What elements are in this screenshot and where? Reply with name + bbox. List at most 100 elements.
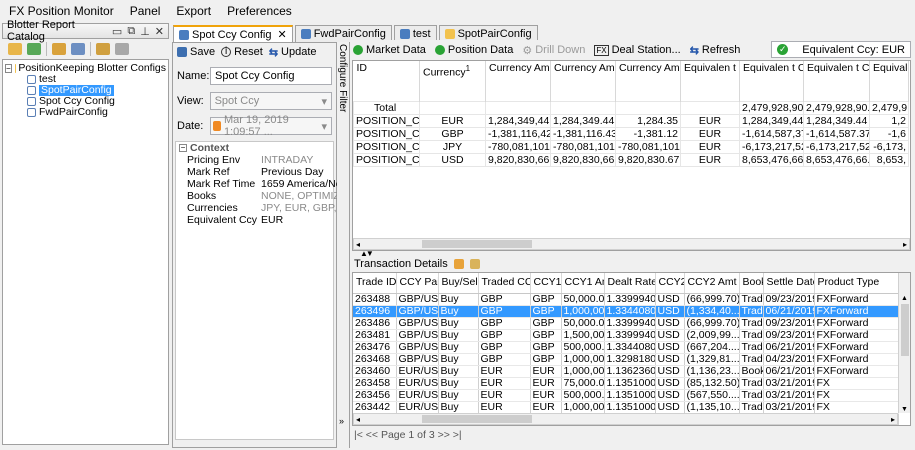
drill-down-button[interactable]: ⚙ Drill Down bbox=[522, 44, 585, 57]
scroll-right-icon[interactable]: ▸ bbox=[891, 415, 897, 424]
transaction-column-header[interactable]: CCY2 bbox=[655, 273, 685, 294]
position-data-button[interactable]: Position Data bbox=[434, 44, 513, 56]
tab-spot-ccy-config[interactable]: Spot Ccy Config ✕ bbox=[173, 25, 293, 42]
edit-icon[interactable] bbox=[96, 43, 110, 55]
scroll-left-icon[interactable]: ◂ bbox=[354, 415, 362, 424]
configure-filter-strip[interactable]: Configure Filter » bbox=[337, 42, 350, 448]
configure-filter-label: Configure Filter bbox=[337, 44, 348, 113]
transaction-row[interactable]: 263486GBP/USDBuyGBPGBP50,000.001.3399940… bbox=[353, 317, 899, 330]
reset-button[interactable]: i Reset bbox=[221, 46, 263, 58]
settings-icon[interactable] bbox=[469, 259, 480, 269]
scroll-thumb[interactable] bbox=[422, 240, 533, 248]
positions-column-header[interactable]: Equivalen t Ccy Amt bbox=[739, 61, 804, 101]
tree-item-fwdpairconfig[interactable]: FwdPairConfig bbox=[5, 107, 166, 118]
transaction-cell: 500,000.00 bbox=[561, 389, 605, 402]
tree-root[interactable]: − PositionKeeping Blotter Configs bbox=[5, 63, 166, 74]
positions-total-row[interactable]: Total2,479,928,90...2,479,928,90...2,479… bbox=[353, 100, 909, 115]
positions-row[interactable]: POSITION_CU...JPY-780,081,101,...-780,08… bbox=[353, 139, 909, 154]
market-data-button[interactable]: Market Data bbox=[353, 44, 426, 56]
transaction-cell: 263488 bbox=[353, 293, 397, 306]
transaction-vscroll[interactable]: ▲ ▼ bbox=[898, 273, 910, 413]
open-folder-icon[interactable] bbox=[52, 43, 66, 55]
menu-panel[interactable]: Panel bbox=[127, 2, 164, 20]
positions-column-header[interactable]: Equivalen t Ccy Amt (K) bbox=[803, 61, 870, 101]
scroll-left-icon[interactable]: ◂ bbox=[354, 240, 362, 249]
transaction-hscroll[interactable]: ◂ ▸ bbox=[353, 413, 898, 425]
transaction-column-header[interactable]: CCY1 bbox=[530, 273, 562, 294]
transaction-cell: 1,000,000.... bbox=[561, 365, 605, 378]
update-button[interactable]: ⇆ Update bbox=[269, 46, 317, 59]
transaction-column-header[interactable]: CCY Pair bbox=[396, 273, 439, 294]
positions-cell: 1,284,349,44... bbox=[739, 113, 804, 128]
refresh-button[interactable]: ⇆ Refresh bbox=[690, 44, 741, 57]
scroll-thumb[interactable] bbox=[422, 415, 533, 423]
pin-icon[interactable]: ⊥ bbox=[140, 25, 150, 38]
transaction-cell: (6,000,00... bbox=[561, 425, 604, 426]
transaction-row[interactable]: 263476GBP/USDBuyGBPGBP500,000.001.334408… bbox=[353, 341, 899, 354]
collapse-icon[interactable]: − bbox=[179, 144, 187, 152]
name-input[interactable]: Spot Ccy Config bbox=[210, 67, 332, 85]
transaction-column-header[interactable]: Trade ID bbox=[353, 273, 397, 294]
transaction-row[interactable]: 263458EUR/USDBuyEUREUR75,000.001.1351000… bbox=[353, 377, 899, 390]
positions-column-header[interactable]: Currency Amount (K) bbox=[550, 61, 616, 101]
export-icon[interactable] bbox=[453, 259, 464, 269]
context-header[interactable]: − Context bbox=[176, 142, 333, 154]
transaction-row[interactable]: 263481GBP/USDBuyGBPGBP1,500,000....1.339… bbox=[353, 329, 899, 342]
menu-preferences[interactable]: Preferences bbox=[224, 2, 295, 20]
restore-icon[interactable]: ▭ bbox=[112, 25, 122, 38]
transaction-column-header[interactable]: Product Type bbox=[814, 273, 899, 294]
equivalent-ccy-selector[interactable]: ✓ Equivalent Ccy: EUR bbox=[771, 41, 911, 58]
positions-cell: 9,820,830,66... bbox=[485, 152, 551, 167]
view-select[interactable]: Spot Ccy ▾ bbox=[209, 92, 332, 110]
transaction-row[interactable]: 263488GBP/USDBuyGBPGBP50,000.001.3399940… bbox=[353, 293, 899, 306]
scroll-right-icon[interactable]: ▸ bbox=[903, 240, 909, 249]
transaction-column-header[interactable]: Settle Date bbox=[763, 273, 815, 294]
menu-export[interactable]: Export bbox=[173, 2, 214, 20]
transaction-row[interactable]: 263456EUR/USDBuyEUREUR500,000.001.135100… bbox=[353, 389, 899, 402]
scroll-thumb[interactable] bbox=[900, 304, 909, 356]
positions-row[interactable]: POSITION_CU...USD9,820,830,66...9,820,83… bbox=[353, 152, 909, 167]
transaction-row[interactable]: 263442EUR/USDBuyEUREUR1,000,000....1.135… bbox=[353, 401, 899, 414]
delete-icon[interactable] bbox=[115, 43, 129, 55]
transaction-column-header[interactable]: Dealt Rate bbox=[604, 273, 656, 294]
close-icon[interactable]: ✕ bbox=[155, 25, 164, 38]
positions-hscroll[interactable]: ◂ ▸ bbox=[353, 238, 910, 250]
date-input[interactable]: Mar 19, 2019 1:09:57 ... ▾ bbox=[209, 114, 332, 138]
transaction-column-header[interactable]: Buy/Sell bbox=[438, 273, 479, 294]
deal-station-button[interactable]: FX Deal Station... bbox=[594, 44, 681, 56]
positions-row[interactable]: POSITION_CU...GBP-1,381,116,42...-1,381,… bbox=[353, 126, 909, 141]
transaction-column-header[interactable]: CCY2 Amt bbox=[684, 273, 740, 294]
pager[interactable]: |< << Page 1 of 3 >> >| bbox=[354, 429, 462, 441]
collapse-icon[interactable]: − bbox=[5, 64, 12, 73]
transaction-row[interactable]: 263468GBP/USDBuyGBPGBP1,000,000....1.329… bbox=[353, 353, 899, 366]
transaction-cell: (1,329,81... bbox=[684, 353, 740, 366]
copy-icon[interactable] bbox=[71, 43, 85, 55]
tab-close-icon[interactable]: ✕ bbox=[277, 28, 286, 41]
new-folder-icon[interactable] bbox=[8, 43, 22, 55]
scroll-down-icon[interactable]: ▼ bbox=[899, 406, 910, 413]
positions-column-header[interactable]: Equivalen t Ccy Am (M) bbox=[869, 61, 909, 101]
positions-column-header[interactable]: Currency1 bbox=[419, 61, 486, 101]
transaction-cell: 1,500,000.... bbox=[561, 329, 605, 342]
transaction-cell: 1.33440800 bbox=[604, 341, 656, 354]
positions-column-header[interactable]: Currency Amount bbox=[485, 61, 551, 101]
positions-row[interactable]: POSITION_CU...EUR1,284,349,44...1,284,34… bbox=[353, 113, 909, 128]
add-config-icon[interactable] bbox=[27, 43, 41, 55]
transaction-cell: GBP bbox=[478, 317, 531, 330]
transaction-column-header[interactable]: Book bbox=[739, 273, 764, 294]
transaction-row[interactable]: 263460EUR/USDBuyEUREUR1,000,000....1.136… bbox=[353, 365, 899, 378]
transaction-cell: Trad... bbox=[739, 305, 764, 318]
transaction-cell: EUR/USD bbox=[396, 365, 439, 378]
positions-column-header[interactable]: Equivalen t Ccy bbox=[680, 61, 740, 101]
transaction-column-header[interactable]: CCY1 Amt bbox=[561, 273, 605, 294]
positions-column-header[interactable]: ID bbox=[353, 61, 420, 101]
scroll-up-icon[interactable]: ▲ bbox=[899, 295, 910, 302]
positions-column-header[interactable]: Currency Amount (M) bbox=[615, 61, 681, 101]
transaction-row[interactable]: 263496GBP/USDBuyGBPGBP1,000,000....1.334… bbox=[353, 305, 899, 318]
save-button[interactable]: Save bbox=[177, 46, 215, 58]
expand-icon[interactable]: » bbox=[339, 416, 344, 426]
folder-icon bbox=[444, 29, 455, 39]
transaction-row[interactable]: 76768 Sell (6,000,00...100 0.00AFS...08/01/… bbox=[353, 425, 898, 426]
float-icon[interactable]: ⧉ bbox=[127, 25, 135, 38]
transaction-column-header[interactable]: Traded CCY bbox=[478, 273, 531, 294]
